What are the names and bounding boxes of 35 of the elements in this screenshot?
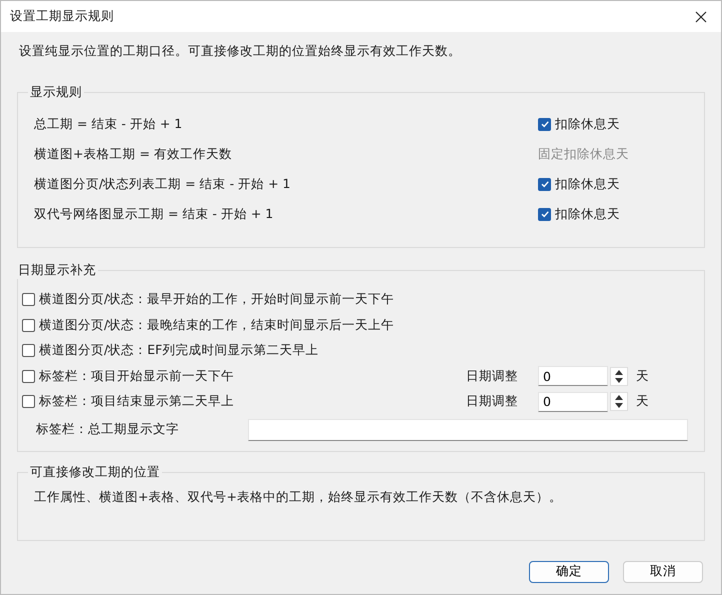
rule-label: 横道图+表格工期 = 有效工作天数 <box>34 146 233 162</box>
deduct-checkbox[interactable]: 扣除休息天 <box>538 206 620 222</box>
number-field[interactable]: 0 <box>538 366 608 386</box>
option-checkbox[interactable]: 横道图分页/状态：EF列完成时间显示第二天早上 <box>22 342 466 360</box>
rule-label: 双代号网络图显示工期 = 结束 - 开始 + 1 <box>34 206 274 222</box>
field-label: 标签栏：总工期显示文字 <box>35 421 180 438</box>
intro-text: 设置纯显示位置的工期口径。可直接修改工期的位置始终显示有效工作天数。 <box>19 43 462 60</box>
spin-buttons[interactable] <box>610 366 628 386</box>
close-icon[interactable] <box>695 10 707 22</box>
option-checkbox[interactable]: 标签栏：项目结束显示第二天早上 <box>22 393 466 410</box>
check-icon <box>540 179 550 189</box>
info-text: 工作属性、横道图+表格、双代号+表格中的工期，始终显示有效工作天数（不含休息天）。 <box>34 488 563 506</box>
rule-label: 总工期 = 结束 - 开始 + 1 <box>34 116 184 132</box>
rule-label: 横道图分页/状态列表工期 = 结束 - 开始 + 1 <box>34 176 292 192</box>
check-icon <box>540 119 550 129</box>
deduct-checkbox[interactable]: 扣除休息天 <box>538 116 620 132</box>
fixed-note: 固定扣除休息天 <box>538 146 629 162</box>
window-title: 设置工期显示规则 <box>10 8 114 25</box>
cancel-button[interactable]: 取消 <box>623 560 703 582</box>
adjust-label: 日期调整 <box>466 368 519 385</box>
option-checkbox[interactable]: 横道图分页/状态：最早开始的工作，开始时间显示前一天下午 <box>22 291 466 308</box>
check-icon <box>540 209 550 219</box>
adjust-label: 日期调整 <box>466 393 519 410</box>
unit-label: 天 <box>636 368 649 385</box>
number-field[interactable]: 0 <box>538 392 608 412</box>
group-title: 显示规则 <box>29 84 83 101</box>
unit-label: 天 <box>636 393 649 410</box>
group-title: 可直接修改工期的位置 <box>29 464 161 480</box>
deduct-checkbox[interactable]: 扣除休息天 <box>538 176 620 192</box>
option-checkbox[interactable]: 横道图分页/状态：最晚结束的工作，结束时间显示后一天上午 <box>22 316 466 334</box>
ok-button[interactable]: 确定 <box>529 560 609 582</box>
text-field[interactable] <box>248 418 688 440</box>
group-title: 日期显示补充 <box>17 262 97 279</box>
spin-buttons[interactable] <box>610 392 628 412</box>
option-checkbox[interactable]: 标签栏：项目开始显示前一天下午 <box>22 368 466 385</box>
